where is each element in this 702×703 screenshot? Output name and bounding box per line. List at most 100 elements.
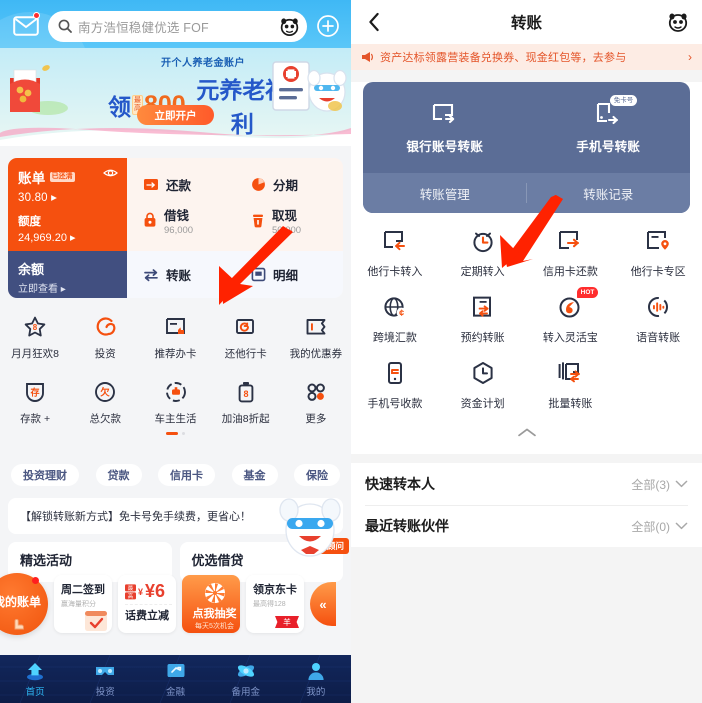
chevron-down-icon[interactable] xyxy=(675,522,688,530)
shortcut-deposit[interactable]: 存 存款 + xyxy=(0,373,70,426)
back-chevron-icon[interactable] xyxy=(363,11,385,33)
activity-card-lottery[interactable]: 点我抽奖 每天5次机会 xyxy=(182,575,240,633)
deposit-shield-icon: 存 xyxy=(22,379,48,405)
section-title: 精选活动 xyxy=(20,553,73,568)
account-action-transfer[interactable]: 转账 xyxy=(127,251,235,298)
bubble-badge-dot xyxy=(32,577,39,584)
func-cross-border[interactable]: ¢ 跨境汇款 xyxy=(351,293,439,359)
bubble-label: 我的账单 xyxy=(0,594,41,609)
func-label: 手机号收款 xyxy=(367,398,423,410)
limit-label: 额度 xyxy=(18,216,41,228)
shortcut-monthly-carnival[interactable]: 8 月月狂欢8 xyxy=(0,308,70,361)
transfer-management-button[interactable]: 转账管理 xyxy=(363,173,527,213)
transfer-management-label: 转账管理 xyxy=(419,187,470,202)
invest-icon xyxy=(93,660,117,682)
pill-fund[interactable]: 基金 xyxy=(231,464,278,486)
shortcut-invest[interactable]: 投资 xyxy=(70,308,140,361)
func-scheduled-deposit[interactable]: 定期转入 xyxy=(439,227,527,293)
account-action-detail[interactable]: 明细 xyxy=(235,251,343,298)
entry-phone-transfer[interactable]: 免卡号 手机号转账 xyxy=(527,82,691,173)
shortcut-label: 总欠款 xyxy=(89,413,122,425)
balance-block[interactable]: 余额 立即查看 ▸ xyxy=(8,251,127,298)
plus-icon[interactable] xyxy=(313,11,343,41)
shortcut-car-life[interactable]: 车主生活 xyxy=(140,373,210,426)
nav-item-invest[interactable]: 投资 xyxy=(70,655,140,703)
func-voice-transfer[interactable]: 语音转账 xyxy=(614,293,702,359)
joy-dog-icon[interactable] xyxy=(275,490,345,568)
list-item[interactable]: 快速转本人 全部(3) xyxy=(351,463,702,505)
func-credit-card-repay[interactable]: 信用卡还款 xyxy=(527,227,615,293)
activity-card-jd-card[interactable]: 领京东卡 最高得128 羊 xyxy=(246,575,304,633)
joy-face-icon[interactable] xyxy=(666,10,690,34)
phone-transfer-icon: 免卡号 xyxy=(593,95,638,128)
shortcut-fuel-discount[interactable]: 8 加油8折起 xyxy=(211,373,281,426)
transfer-records-button[interactable]: 转账记录 xyxy=(527,173,691,213)
account-action-repay[interactable]: 还款 xyxy=(143,175,235,194)
collapse-grid-button[interactable] xyxy=(351,425,702,446)
fund-plan-icon xyxy=(469,359,497,387)
account-action-borrow[interactable]: 借钱 96,000 xyxy=(143,205,235,236)
activity-title: 点我抽奖 xyxy=(192,608,237,620)
pill-credit-card[interactable]: 信用卡 xyxy=(158,464,215,486)
pill-insurance[interactable]: 保险 xyxy=(294,464,340,486)
func-phone-receive[interactable]: 手机号收款 xyxy=(351,359,439,425)
func-other-card-in[interactable]: 他行卡转入 xyxy=(351,227,439,293)
nav-item-home[interactable]: 首页 xyxy=(0,655,70,703)
shortcut-label: 车主生活 xyxy=(154,413,197,425)
activity-cards-collapse-arrow[interactable]: « xyxy=(310,582,336,626)
activity-card-phone-bill[interactable]: 最高 ¥ ¥6 话费立减 xyxy=(118,575,176,633)
mail-icon[interactable] xyxy=(8,8,44,44)
search-input[interactable]: 南方浩恒稳健优选 FOF xyxy=(48,10,307,42)
repay-icon xyxy=(144,179,158,191)
notice-banner[interactable]: 资产达标领露营装备兑换券、现金红包等，去参与 › xyxy=(351,44,702,70)
nav-item-finance[interactable]: 金融 xyxy=(140,655,210,703)
list-item[interactable]: 最近转账伙伴 全部(0) xyxy=(351,505,702,547)
pension-banner[interactable]: 开个人养老金账户 领 最高 800 元养老福利 立即开户 xyxy=(0,48,351,146)
action-sublabel: 96,000 xyxy=(164,224,194,236)
shortcut-my-coupons[interactable]: 我的优惠券 xyxy=(281,308,351,361)
credit-card-repay-icon xyxy=(556,227,584,255)
batch-transfer-icon xyxy=(556,359,584,387)
search-icon xyxy=(58,19,72,33)
shortcut-recommend-card[interactable]: 推荐办卡 xyxy=(140,308,210,361)
shortcut-repay-other-card[interactable]: 还他行卡 xyxy=(211,308,281,361)
joy-face-icon[interactable] xyxy=(278,15,301,38)
nav-item-profile[interactable]: 我的 xyxy=(281,655,351,703)
pill-loan[interactable]: 贷款 xyxy=(95,464,142,486)
pill-invest-finance[interactable]: 投资理财 xyxy=(11,464,79,486)
activity-sub: 话费立减 xyxy=(125,610,169,622)
coupon-icon xyxy=(303,314,329,340)
activity-card-checkin[interactable]: 周二签到 赢海量积分 xyxy=(54,575,112,633)
func-other-card-zone[interactable]: 他行卡专区 xyxy=(614,227,702,293)
left-panel-home: 南方浩恒稳健优选 FOF 开个人养老金账户 领 最高 元养老福利 立即开户 账单… xyxy=(0,0,351,703)
more-dots-icon xyxy=(303,379,329,405)
eye-icon[interactable] xyxy=(103,167,118,179)
account-action-installment[interactable]: 分期 xyxy=(251,175,343,194)
page-title: 转账 xyxy=(510,15,542,32)
car-life-icon xyxy=(163,379,189,405)
func-label: 预约转账 xyxy=(460,332,505,344)
chevron-down-icon[interactable] xyxy=(675,480,688,488)
func-booking-transfer[interactable]: 预约转账 xyxy=(439,293,527,359)
shortcut-more[interactable]: 更多 xyxy=(281,373,351,426)
func-fund-plan[interactable]: 资金计划 xyxy=(439,359,527,425)
my-bill-bubble[interactable]: 我的账单 xyxy=(0,573,48,635)
chevron-right-icon[interactable]: › xyxy=(688,50,692,64)
bill-block[interactable]: 账单 已还清 30.80 ▸ 额度 24,969.20 ▸ xyxy=(8,158,127,251)
shortcut-label: 存款 + xyxy=(20,413,51,425)
action-label: 借钱 xyxy=(164,208,190,223)
func-label: 信用卡还款 xyxy=(542,266,598,278)
shortcut-total-debt[interactable]: 欠 总欠款 xyxy=(70,373,140,426)
func-label: 资金计划 xyxy=(460,398,505,410)
func-batch-transfer[interactable]: 批量转账 xyxy=(527,359,615,425)
nav-item-reserve-fund[interactable]: 备用金 xyxy=(211,655,281,703)
entry-bank-account-transfer[interactable]: 银行账号转账 xyxy=(363,82,527,173)
account-action-cashout[interactable]: 取现 50,000 xyxy=(251,205,343,236)
func-flexible-treasure[interactable]: HOT 转入灵活宝 xyxy=(527,287,615,359)
scheduled-deposit-icon xyxy=(469,227,497,255)
transfer-main: 银行账号转账 免卡号 手机号转账 转账管理 转账记录 他行卡转入 定期转入 信用… xyxy=(351,82,702,454)
func-label: 他行卡专区 xyxy=(630,266,686,278)
calendar-check-icon xyxy=(85,611,107,631)
bank-account-transfer-icon xyxy=(430,100,460,128)
entry-label: 手机号转账 xyxy=(576,140,641,154)
